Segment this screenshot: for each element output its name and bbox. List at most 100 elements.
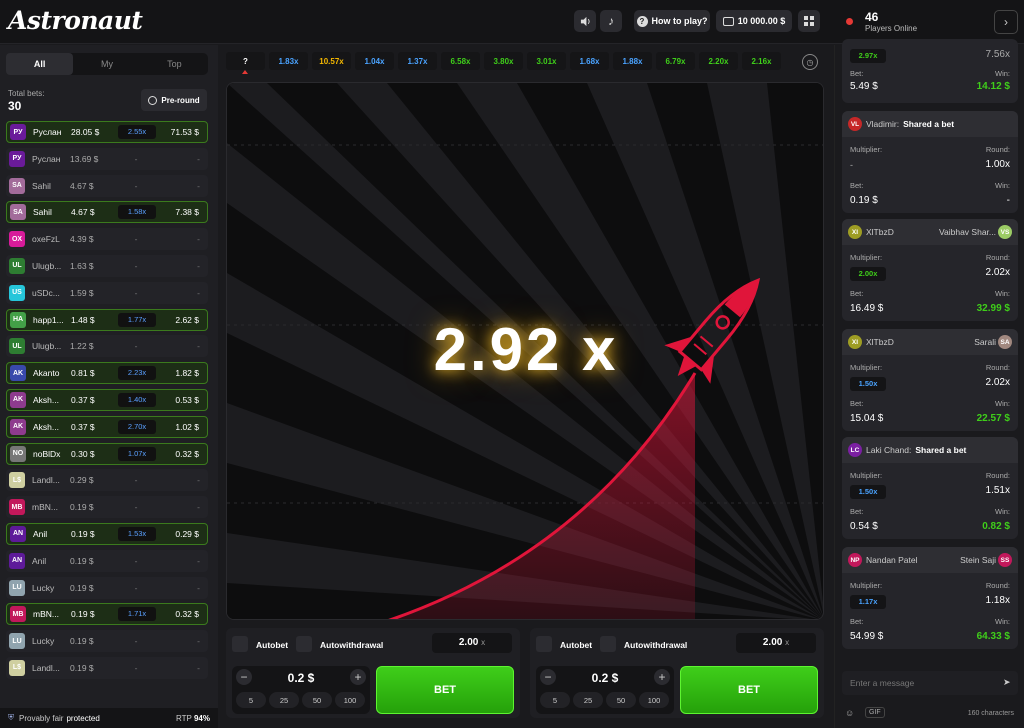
avatar: VL bbox=[848, 117, 862, 131]
quick-stake-25[interactable]: 25 bbox=[269, 692, 299, 708]
card-header: XI XlTbzD Sarali SA bbox=[842, 329, 1018, 355]
win-label: Win: bbox=[995, 181, 1010, 190]
card-opponent-name: Sarali bbox=[974, 337, 996, 347]
card-round: 7.56x bbox=[985, 49, 1010, 60]
card-win: 64.33 $ bbox=[976, 631, 1010, 642]
bet-multiplier: - bbox=[134, 582, 138, 593]
card-round: 1.18x bbox=[985, 595, 1010, 606]
char-count: 160 characters bbox=[967, 710, 1014, 717]
history-value: 1.37x bbox=[407, 56, 428, 66]
bet-win: - bbox=[197, 180, 200, 191]
autobet-checkbox[interactable] bbox=[536, 636, 552, 652]
bet-panel-2: Autobet Autowithdrawal 2.00 x − 0.2 $ + … bbox=[530, 628, 824, 718]
bet-multiplier: 1.77x bbox=[118, 312, 156, 327]
bet-win: 71.53 $ bbox=[170, 127, 199, 137]
chat-input[interactable]: Enter a message bbox=[842, 671, 1018, 695]
bet-win: - bbox=[197, 582, 200, 593]
shared-bet-card: NP Nandan Patel Stein Saji SS Multiplier: … bbox=[842, 547, 1018, 649]
bet-win: - bbox=[197, 153, 200, 164]
bet-player-name: Landl... bbox=[32, 662, 60, 673]
tab-all[interactable]: All bbox=[6, 53, 74, 75]
bet-row: AK Aksh... 0.37 $ 1.40x 0.53 $ bbox=[6, 388, 208, 411]
autowithdrawal-value: 2.00 bbox=[458, 637, 479, 648]
history-item[interactable]: 2.16x bbox=[742, 52, 781, 70]
bet-player-name: Sahil bbox=[32, 180, 51, 191]
balance-button[interactable]: 10 000.00 $ bbox=[716, 10, 792, 32]
card-user-name: XlTbzD bbox=[866, 227, 894, 237]
bet-label: Bet: bbox=[850, 289, 864, 298]
autowithdrawal-checkbox[interactable] bbox=[296, 636, 312, 652]
tab-my[interactable]: My bbox=[73, 53, 140, 75]
stake-amount[interactable]: 0.2 $ bbox=[252, 671, 350, 685]
total-bets-label: Total bets: bbox=[8, 89, 45, 98]
sound-button[interactable] bbox=[574, 10, 596, 32]
send-icon[interactable]: ➤ bbox=[1003, 677, 1013, 687]
app: Astronaut ♪ ? How to play? 10 000.00 $ 4… bbox=[0, 0, 1024, 728]
provably-fair-bar[interactable]: ⛨ Provably fair protected RTP 94% bbox=[0, 708, 218, 728]
bet-player-name: Landl... bbox=[32, 475, 60, 486]
card-bet: 0.54 $ bbox=[850, 521, 878, 532]
card-header: NP Nandan Patel Stein Saji SS bbox=[842, 547, 1018, 573]
history-button[interactable]: ◷ bbox=[802, 54, 818, 70]
bet-row: AN Anil 0.19 $ - - bbox=[6, 549, 208, 572]
stake-control: − 0.2 $ + 5 25 50 100 bbox=[232, 666, 370, 714]
bet-multiplier: 1.71x bbox=[118, 607, 156, 622]
increase-stake-button[interactable]: + bbox=[350, 669, 366, 685]
preround-button[interactable]: Pre-round bbox=[141, 89, 207, 111]
shared-bet-card-partial: 2.97x 7.56x Bet: Win: 5.49 $ 14.12 $ bbox=[842, 39, 1018, 103]
history-item[interactable]: 1.88x bbox=[613, 52, 652, 70]
autobet-label: Autobet bbox=[256, 640, 289, 650]
bet-player-name: Ulugb... bbox=[32, 341, 62, 352]
autowithdrawal-input[interactable]: 2.00 x bbox=[736, 633, 816, 653]
multiplier-label: Multiplier: bbox=[850, 581, 883, 590]
quick-stake-100[interactable]: 100 bbox=[335, 692, 365, 708]
chevron-right-icon: › bbox=[1004, 15, 1008, 29]
decrease-stake-button[interactable]: − bbox=[236, 669, 252, 685]
bet-player-name: oxeFzL bbox=[32, 234, 60, 245]
bet-win: 0.32 $ bbox=[175, 448, 199, 459]
bet-button[interactable]: BET bbox=[680, 666, 818, 714]
quick-stake-50[interactable]: 50 bbox=[606, 692, 636, 708]
history-item[interactable]: 6.79x bbox=[656, 52, 695, 70]
grid-icon bbox=[804, 16, 814, 26]
quick-stake-5[interactable]: 5 bbox=[540, 692, 570, 708]
bet-amount: 1.59 $ bbox=[70, 287, 94, 298]
card-round: 1.00x bbox=[985, 159, 1010, 170]
history-item[interactable]: 1.68x bbox=[570, 52, 609, 70]
history-item[interactable]: 1.04x bbox=[355, 52, 394, 70]
bet-win: - bbox=[197, 636, 200, 647]
emoji-icon[interactable]: ☺ bbox=[845, 708, 854, 718]
history-item[interactable]: 6.58x bbox=[441, 52, 480, 70]
avatar: NP bbox=[848, 553, 862, 567]
music-button[interactable]: ♪ bbox=[600, 10, 622, 32]
autowithdrawal-input[interactable]: 2.00 x bbox=[432, 633, 512, 653]
quick-stake-50[interactable]: 50 bbox=[302, 692, 332, 708]
history-item[interactable]: 2.20x bbox=[699, 52, 738, 70]
autowithdrawal-checkbox[interactable] bbox=[600, 636, 616, 652]
history-item[interactable]: 1.83x bbox=[269, 52, 308, 70]
bet-button[interactable]: BET bbox=[376, 666, 514, 714]
autobet-checkbox[interactable] bbox=[232, 636, 248, 652]
quick-stake-100[interactable]: 100 bbox=[639, 692, 669, 708]
increase-stake-button[interactable]: + bbox=[654, 669, 670, 685]
games-menu-button[interactable] bbox=[798, 10, 820, 32]
tab-top[interactable]: Top bbox=[141, 53, 208, 75]
decrease-stake-button[interactable]: − bbox=[540, 669, 556, 685]
quick-stake-25[interactable]: 25 bbox=[573, 692, 603, 708]
bet-label: Bet: bbox=[850, 399, 864, 408]
history-item[interactable]: 3.80x bbox=[484, 52, 523, 70]
speaker-icon bbox=[580, 16, 590, 26]
history-item[interactable]: 10.57x bbox=[312, 52, 351, 70]
collapse-chat-button[interactable]: › bbox=[994, 10, 1018, 34]
gif-button[interactable]: GIF bbox=[865, 707, 885, 718]
card-multiplier: 2.97x bbox=[850, 49, 886, 63]
history-item[interactable]: 1.37x bbox=[398, 52, 437, 70]
stake-amount[interactable]: 0.2 $ bbox=[556, 671, 654, 685]
quick-stake-5[interactable]: 5 bbox=[236, 692, 266, 708]
avatar: XI bbox=[848, 335, 862, 349]
history-item[interactable]: ? bbox=[226, 52, 265, 74]
history-item[interactable]: 3.01x bbox=[527, 52, 566, 70]
bet-player-name: Руслан bbox=[33, 127, 62, 137]
bet-row: РУ Руслан 28.05 $ 2.55x 71.53 $ bbox=[6, 121, 208, 143]
how-to-play-button[interactable]: ? How to play? bbox=[634, 10, 710, 32]
